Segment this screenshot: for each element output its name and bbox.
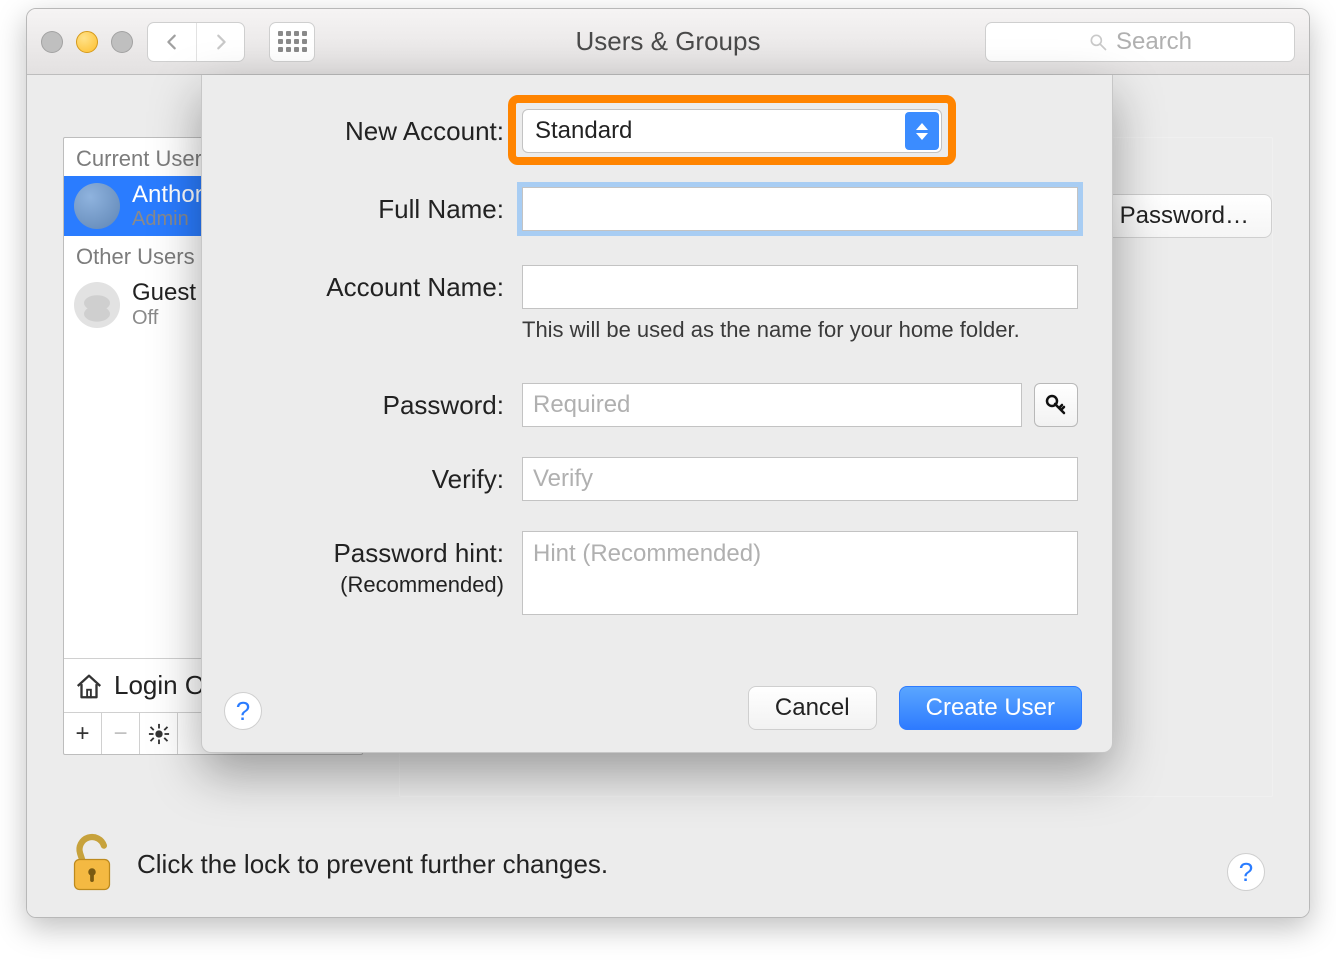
users-and-groups-window: Users & Groups Search Current User Antho… [26, 8, 1310, 918]
new-account-sheet: New Account: Standard Full Name: [201, 75, 1113, 753]
window-help-button[interactable]: ? [1227, 853, 1265, 891]
new-account-type-value: Standard [535, 117, 632, 145]
avatar-icon [74, 183, 120, 229]
password-hint-label: Password hint: (Recommended) [236, 531, 504, 599]
remove-user-button: − [102, 713, 140, 754]
nav-back-forward [147, 22, 245, 62]
add-user-button[interactable]: + [64, 713, 102, 754]
password-field[interactable] [522, 383, 1022, 427]
grid-icon [278, 31, 307, 52]
search-placeholder: Search [1116, 28, 1192, 56]
full-name-label: Full Name: [236, 187, 504, 225]
account-name-hint: This will be used as the name for your h… [522, 317, 1020, 343]
minimize-window-button[interactable] [76, 31, 98, 53]
account-name-label: Account Name: [236, 265, 504, 303]
verify-password-field[interactable] [522, 457, 1078, 501]
sheet-buttons: Cancel Create User [748, 686, 1082, 730]
search-input[interactable]: Search [985, 22, 1295, 62]
chevron-up-down-icon [905, 112, 939, 150]
zoom-window-button[interactable] [111, 31, 133, 53]
full-name-field[interactable] [522, 187, 1078, 231]
help-button[interactable]: ? [224, 692, 262, 730]
password-assistant-button[interactable] [1034, 383, 1078, 427]
gear-icon [148, 723, 170, 745]
house-icon [74, 671, 104, 701]
create-user-button[interactable]: Create User [899, 686, 1082, 730]
window-controls [41, 31, 133, 53]
close-window-button[interactable] [41, 31, 63, 53]
account-name-field[interactable] [522, 265, 1078, 309]
lock-area: Click the lock to prevent further change… [67, 832, 1219, 897]
password-label: Password: [236, 383, 504, 421]
unlocked-padlock-icon[interactable] [67, 832, 117, 897]
forward-button[interactable] [196, 23, 244, 61]
key-icon [1044, 393, 1068, 417]
new-account-label: New Account: [236, 109, 504, 147]
question-icon: ? [236, 696, 250, 727]
lock-text: Click the lock to prevent further change… [137, 849, 608, 880]
verify-label: Verify: [236, 457, 504, 495]
avatar-icon [74, 282, 120, 328]
question-icon: ? [1239, 857, 1253, 888]
cancel-button[interactable]: Cancel [748, 686, 877, 730]
show-all-preferences-button[interactable] [269, 22, 315, 62]
password-hint-field[interactable] [522, 531, 1078, 615]
window-body: Current User Anthony Admin Other Users G… [27, 75, 1309, 917]
search-icon [1088, 32, 1108, 52]
back-button[interactable] [148, 23, 196, 61]
titlebar: Users & Groups Search [27, 9, 1309, 75]
new-account-type-popup[interactable]: Standard [522, 109, 942, 153]
sidebar-settings-button[interactable] [140, 713, 178, 754]
